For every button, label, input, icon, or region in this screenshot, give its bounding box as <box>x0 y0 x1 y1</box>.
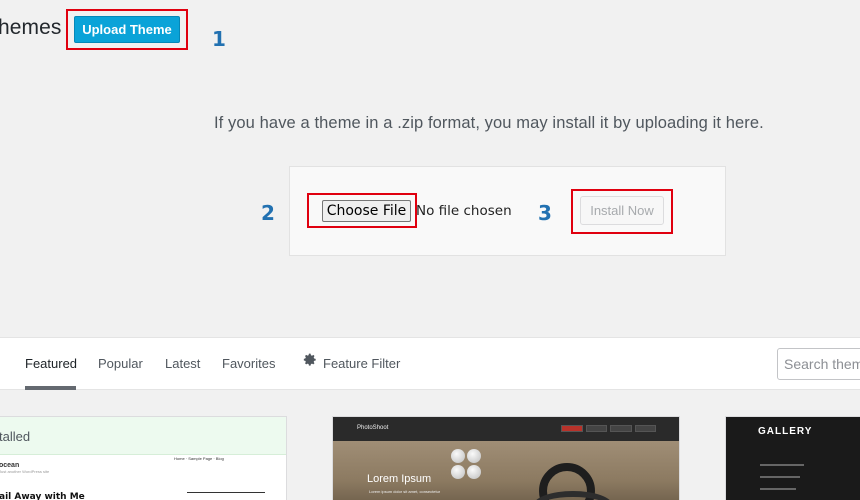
install-now-button[interactable]: Install Now <box>580 196 664 225</box>
preview-post-title: ail Away with Me <box>0 492 85 500</box>
step-number-1: 1 <box>212 27 226 51</box>
gear-icon[interactable] <box>303 353 317 367</box>
page-title: hemes <box>0 16 62 39</box>
preview-nav: Home · Sample Page · Blog <box>174 456 224 461</box>
preview-stone <box>467 449 481 463</box>
preview-divider <box>187 492 265 493</box>
preview-title: Lorem Ipsum <box>367 473 432 485</box>
theme-screenshot: ocean Just another WordPress site Home ·… <box>0 456 286 500</box>
active-tab-indicator <box>25 386 76 390</box>
preview-stone <box>451 465 465 479</box>
upload-theme-button[interactable]: Upload Theme <box>74 16 180 43</box>
choose-file-button[interactable]: Choose File <box>322 200 411 222</box>
preview-site-title: ocean <box>0 462 20 469</box>
preview-subtitle: Lorem ipsum dolor sit amet, consectetur <box>369 489 441 494</box>
filter-tab-favorites[interactable]: Favorites <box>222 356 275 371</box>
filter-tab-featured[interactable]: Featured <box>25 356 77 371</box>
preview-topbar: PhotoShoot <box>333 417 679 441</box>
step-number-2: 2 <box>261 201 275 225</box>
installed-notice: talled <box>0 417 286 455</box>
preview-brand: PhotoShoot <box>357 425 389 431</box>
feature-filter-link[interactable]: Feature Filter <box>323 356 400 371</box>
theme-card-installed[interactable]: talled ocean Just another WordPress site… <box>0 416 287 500</box>
preview-menu-line <box>760 464 804 466</box>
preview-logo: GALLERY <box>758 426 813 437</box>
theme-filter-bar: Featured Popular Latest Favorites Featur… <box>0 337 860 390</box>
preview-menu-line <box>760 476 800 478</box>
search-themes-input[interactable]: Search themes... <box>777 348 860 380</box>
preview-stone <box>467 465 481 479</box>
step-number-3: 3 <box>538 201 552 225</box>
theme-card-gallery[interactable]: GALLERY <box>725 416 860 500</box>
upload-instructions: If you have a theme in a .zip format, yo… <box>214 114 764 132</box>
file-status-text: No file chosen <box>416 203 512 219</box>
filter-tab-popular[interactable]: Popular <box>98 356 143 371</box>
filter-tab-latest[interactable]: Latest <box>165 356 200 371</box>
preview-stone <box>451 449 465 463</box>
preview-nav <box>561 425 656 432</box>
preview-tagline: Just another WordPress site <box>0 469 50 474</box>
theme-card-photoshoot[interactable]: PhotoShoot Lorem Ipsum Lorem ipsum dolor… <box>332 416 680 500</box>
preview-menu-line <box>760 488 796 490</box>
